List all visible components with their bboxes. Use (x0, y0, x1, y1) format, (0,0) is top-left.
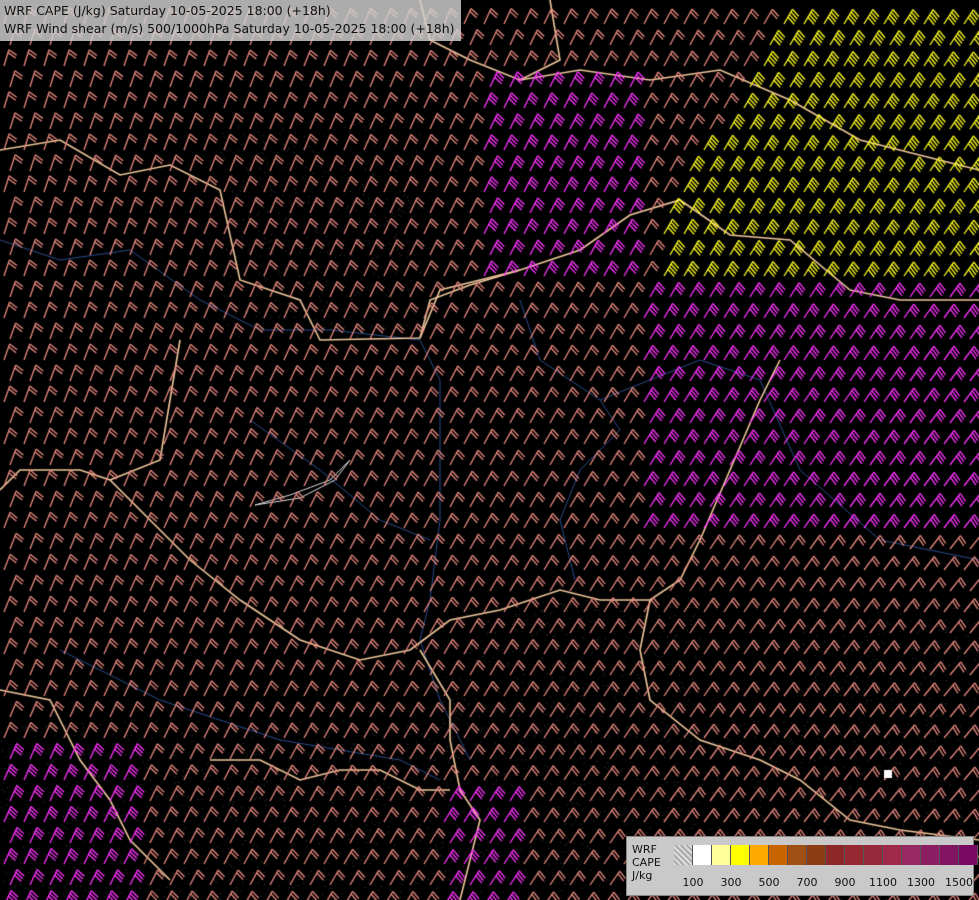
legend-swatch (883, 845, 902, 865)
legend-tick-label: 1500 (945, 876, 973, 889)
legend-swatch-below (674, 845, 693, 865)
legend-tick-label: 700 (796, 876, 818, 889)
legend-label: WRF CAPE J/kg (632, 843, 661, 882)
legend-swatch (826, 845, 845, 865)
legend-swatch (807, 845, 826, 865)
legend-swatch (959, 845, 978, 865)
legend-tick-label: 900 (834, 876, 856, 889)
legend-tick-label: 1100 (869, 876, 897, 889)
legend-color-scale (674, 845, 978, 865)
legend-tick-label: 100 (682, 876, 704, 889)
wind-shear-title: WRF Wind shear (m/s) 500/1000hPa Saturda… (4, 21, 455, 36)
legend-tick-label: 300 (720, 876, 742, 889)
cape-title: WRF CAPE (J/kg) Saturday 10-05-2025 18:0… (4, 3, 331, 18)
legend-tick-label: 500 (758, 876, 780, 889)
legend-swatch (940, 845, 959, 865)
legend-swatch (750, 845, 769, 865)
legend-tick-label: 1300 (907, 876, 935, 889)
legend-swatch (788, 845, 807, 865)
wind-shear-cape-map (0, 0, 979, 900)
legend-swatch (693, 845, 712, 865)
legend-swatch (845, 845, 864, 865)
legend-swatch (921, 845, 940, 865)
legend-swatch (712, 845, 731, 865)
legend-swatch (864, 845, 883, 865)
legend-tick-labels: 100 300 500 700 900 1100 1300 1500 (674, 876, 974, 890)
cape-legend: WRF CAPE J/kg 100 300 500 700 900 1100 1300 150… (626, 836, 978, 896)
legend-swatch (731, 845, 750, 865)
legend-swatch (902, 845, 921, 865)
map-title-box: WRF CAPE (J/kg) Saturday 10-05-2025 18:0… (0, 0, 461, 41)
legend-swatch (769, 845, 788, 865)
